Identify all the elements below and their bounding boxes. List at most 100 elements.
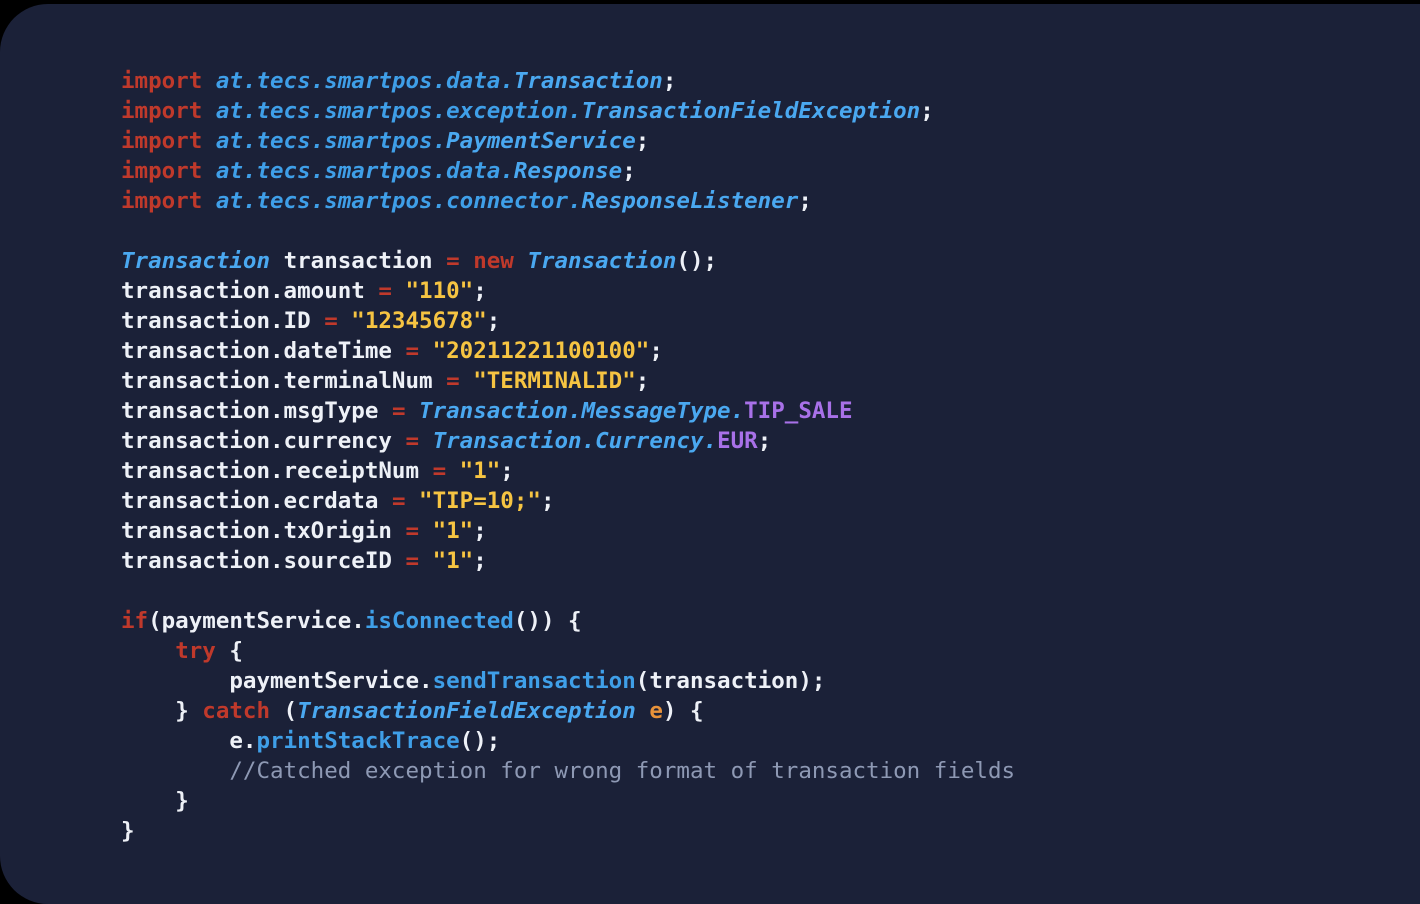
assignment-target: transaction.sourceID xyxy=(121,548,392,574)
assignment-target: transaction.terminalNum xyxy=(121,368,433,394)
code-line-catch: } catch (TransactionFieldException e) { xyxy=(121,696,1015,726)
code-line-import-2: import at.tecs.smartpos.exception.Transa… xyxy=(121,96,1015,126)
statement-terminator: ; xyxy=(540,488,555,514)
method-printstacktrace: printStackTrace xyxy=(256,728,460,754)
string-literal: "TERMINALID" xyxy=(473,368,636,394)
statement-terminator: ; xyxy=(500,458,514,484)
catch-exception-variable: e xyxy=(649,698,663,724)
assignment-target: transaction.txOrigin xyxy=(121,518,392,544)
import-class-name: Transaction xyxy=(513,68,663,94)
code-line-close-inner: } xyxy=(121,786,1015,816)
keyword-if: if xyxy=(121,608,149,634)
string-literal: "110" xyxy=(405,278,474,304)
string-literal: "12345678" xyxy=(351,308,487,334)
statement-terminator: ; xyxy=(649,338,663,364)
import-class-name: ResponseListener xyxy=(581,188,799,214)
import-class-name: PaymentService xyxy=(446,128,636,154)
code-line-import-3: import at.tecs.smartpos.PaymentService; xyxy=(121,126,1015,156)
string-literal: "TIP=10;" xyxy=(419,488,541,514)
assignment-operator: = xyxy=(405,548,420,574)
code-line-assignment-txorigin: transaction.txOrigin = "1"; xyxy=(121,516,1015,546)
string-literal: "1" xyxy=(432,518,474,544)
constructor-name: Transaction xyxy=(527,248,677,274)
enum-constant: TIP_SALE xyxy=(744,398,853,424)
send-arguments: (transaction); xyxy=(635,668,826,694)
assignment-operator: = xyxy=(405,518,420,544)
assignment-target: transaction.ecrdata xyxy=(121,488,379,514)
statement-terminator: ; xyxy=(473,518,487,544)
code-line-assignment-sourceid: transaction.sourceID = "1"; xyxy=(121,546,1015,576)
code-line-try: try { xyxy=(121,636,1015,666)
statement-terminator: ; xyxy=(920,98,934,124)
assignment-operator: = xyxy=(405,338,420,364)
code-line-close-outer: } xyxy=(121,816,1015,846)
code-line-import-5: import at.tecs.smartpos.connector.Respon… xyxy=(121,186,1015,216)
if-condition-tail: ()) { xyxy=(513,608,582,634)
try-open-brace: { xyxy=(215,638,243,664)
constructor-parens: (); xyxy=(676,248,718,274)
statement-terminator: ; xyxy=(473,278,487,304)
keyword-import: import xyxy=(121,188,203,214)
assignment-target: transaction.amount xyxy=(121,278,365,304)
assignment-target: transaction.dateTime xyxy=(121,338,392,364)
statement-terminator: ; xyxy=(473,548,487,574)
closing-brace-inner: } xyxy=(175,788,189,814)
code-line-assignment-amount: transaction.amount = "110"; xyxy=(121,276,1015,306)
code-line-send-transaction: paymentService.sendTransaction(transacti… xyxy=(121,666,1015,696)
declared-type: Transaction xyxy=(121,248,271,274)
closing-brace-outer: } xyxy=(121,818,135,844)
code-line-import-4: import at.tecs.smartpos.data.Response; xyxy=(121,156,1015,186)
assignment-operator: = xyxy=(391,398,406,424)
import-package-path: at.tecs.smartpos.data. xyxy=(215,158,514,184)
assignment-operator: = xyxy=(405,428,420,454)
code-block[interactable]: import at.tecs.smartpos.data. Transaction… xyxy=(121,66,1015,846)
code-line-assignment-ecrdata: transaction.ecrdata = "TIP=10;"; xyxy=(121,486,1015,516)
code-line-assignment-receiptnum: transaction.receiptNum = "1"; xyxy=(121,456,1015,486)
catch-exception-type: TransactionFieldException xyxy=(297,698,636,724)
import-class-name: TransactionFieldException xyxy=(581,98,921,124)
code-line-declaration: Transaction transaction = new Transactio… xyxy=(121,246,1015,276)
declared-variable: transaction xyxy=(283,248,433,274)
string-literal: "1" xyxy=(459,458,501,484)
statement-terminator: ; xyxy=(635,128,650,154)
keyword-catch: catch xyxy=(202,698,271,724)
assignment-operator: = xyxy=(446,368,460,394)
catch-tail: ) { xyxy=(662,698,704,724)
keyword-import: import xyxy=(121,128,203,154)
statement-terminator: ; xyxy=(635,368,650,394)
assignment-operator: = xyxy=(446,248,460,274)
send-object: paymentService. xyxy=(229,668,433,694)
print-object: e. xyxy=(229,728,257,754)
method-isconnected: isConnected xyxy=(364,608,514,634)
import-class-name: Response xyxy=(513,158,623,184)
statement-terminator: ; xyxy=(486,308,501,334)
statement-terminator: ; xyxy=(622,158,636,184)
import-package-path: at.tecs.smartpos.connector. xyxy=(215,188,582,214)
